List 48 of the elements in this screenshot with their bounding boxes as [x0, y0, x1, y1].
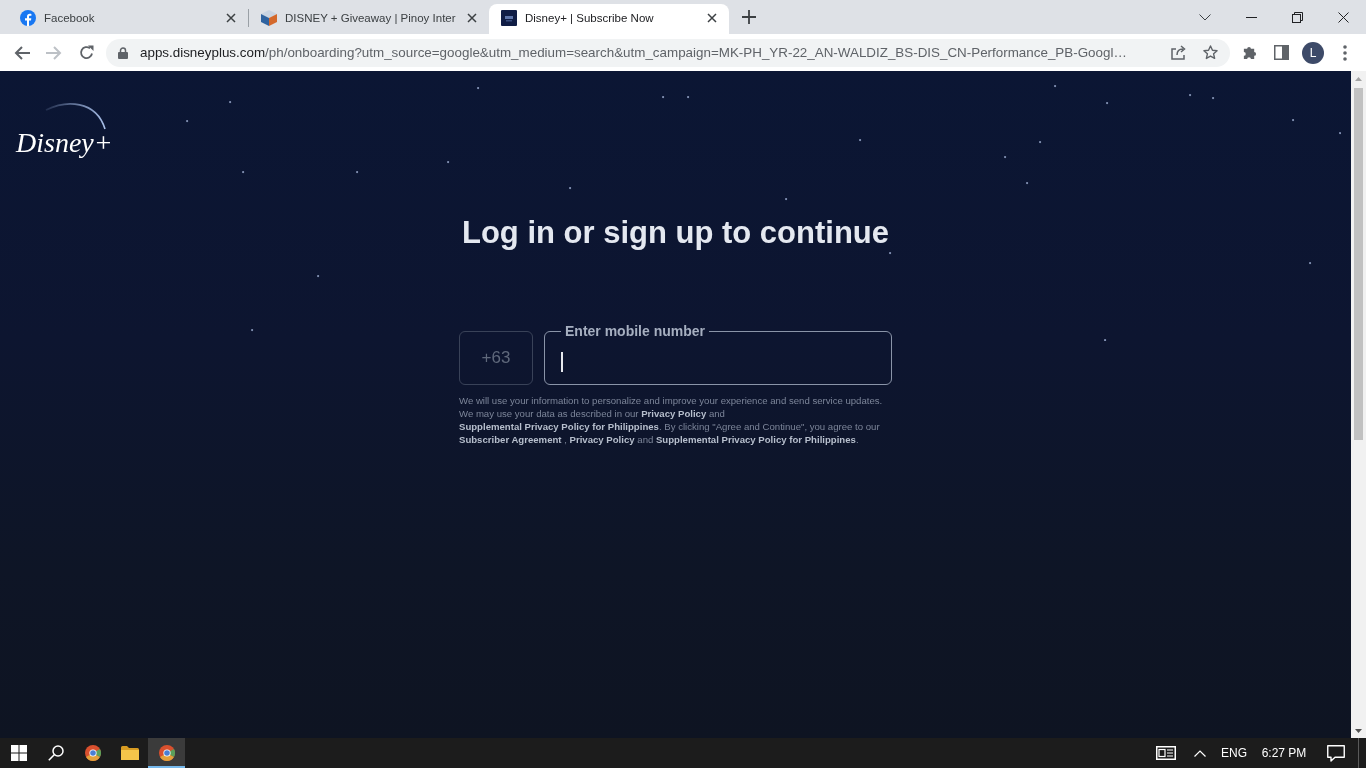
- chevron-down-icon[interactable]: [1199, 13, 1211, 21]
- browser-tab[interactable]: DISNEY + Giveaway | Pinoy Inter: [249, 4, 489, 34]
- windows-icon[interactable]: [10, 745, 27, 761]
- browser-icon[interactable]: [84, 745, 101, 761]
- legal-link[interactable]: Subscriber Agreement: [459, 434, 562, 445]
- search-icon[interactable]: [47, 745, 64, 761]
- more-icon[interactable]: [1343, 44, 1347, 61]
- close-icon[interactable]: [467, 13, 477, 23]
- lock-icon[interactable]: [118, 46, 128, 59]
- browser-tab[interactable]: Facebook: [8, 4, 248, 34]
- url-text[interactable]: apps.disneyplus.com/ph/onboarding?utm_source=google&utm_medium=search&utm_campaign=MK-PH_YR-22_AN-WALDIZ_BS-DIS_CN-Performance_PB-Googl…: [140, 45, 1152, 60]
- plus-icon[interactable]: [742, 10, 756, 24]
- folder-icon[interactable]: [120, 746, 139, 760]
- consent-text: We will use your information to personalize and improve your experience and send service updates. We may use your data as described in our Privacy Policy and Supplemental Privacy Policy for Philippines. By clicking "Agree and Continue", you agree to our Subscriber Agreement , Privacy Policy and Supplemental Privacy Policy for Philippines.: [459, 394, 884, 446]
- taskbar-button[interactable]: [148, 738, 185, 768]
- clock-time[interactable]: 6:27 PM: [1261, 746, 1307, 760]
- legal-link[interactable]: Privacy Policy: [641, 408, 707, 419]
- reload-icon[interactable]: [78, 45, 94, 60]
- legal-link[interactable]: Privacy Policy: [569, 434, 635, 445]
- newspaper-icon[interactable]: [1156, 746, 1176, 760]
- scrollbar-thumb[interactable]: [1354, 88, 1363, 440]
- logo[interactable]: Disney+: [16, 101, 114, 157]
- side-panel-icon[interactable]: [1273, 45, 1289, 60]
- speech-bubble-icon[interactable]: [1327, 744, 1345, 762]
- legal-link[interactable]: Supplemental Privacy Policy for Philippines: [459, 421, 659, 432]
- browser-icon[interactable]: [158, 745, 175, 761]
- mobile-number-field[interactable]: Enter mobile number: [544, 323, 892, 385]
- page-heading: Log in or sign up to continue: [460, 215, 891, 251]
- star-icon[interactable]: [1202, 45, 1218, 60]
- language-indicator[interactable]: ENG: [1221, 746, 1247, 760]
- arrow-left-icon[interactable]: [14, 44, 30, 61]
- address-bar[interactable]: apps.disneyplus.com/ph/onboarding?utm_source=google&utm_medium=search&utm_campaign=MK-PH_YR-22_AN-WALDIZ_BS-DIS_CN-Performance_PB-Googl…: [106, 38, 1230, 67]
- field-label: Enter mobile number: [564, 323, 707, 339]
- close-icon[interactable]: [707, 13, 717, 23]
- tile-icon: [501, 10, 517, 26]
- puzzle-icon[interactable]: [1241, 45, 1257, 60]
- restore-icon[interactable]: [1291, 11, 1303, 23]
- legal-link[interactable]: Supplemental Privacy Policy for Philippines: [655, 434, 856, 445]
- cube-icon: [261, 10, 277, 26]
- profile-button[interactable]: L: [1302, 41, 1324, 64]
- triangle-down-icon[interactable]: [1355, 728, 1362, 733]
- chevron-up-icon[interactable]: [1194, 749, 1206, 757]
- close-icon[interactable]: [1337, 11, 1349, 23]
- browser-tab[interactable]: Disney+ | Subscribe Now: [489, 4, 729, 34]
- minimize-icon[interactable]: [1245, 16, 1257, 18]
- close-icon[interactable]: [226, 13, 236, 23]
- letter-f-icon: [20, 10, 36, 26]
- share-icon[interactable]: [1170, 45, 1186, 60]
